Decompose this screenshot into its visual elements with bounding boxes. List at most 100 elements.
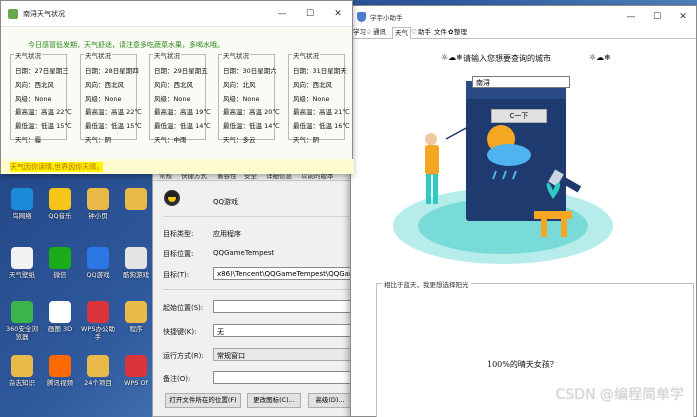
weather-app-icon [8, 8, 18, 19]
desktop-shortcut-label: 腾讯视频 [47, 379, 73, 387]
assistant-titlebar[interactable]: 学宇小助手 — ☐ ✕ [351, 6, 696, 27]
comment-field[interactable] [213, 371, 353, 384]
tab-organize[interactable]: 整理 [452, 27, 469, 39]
target-type-value: 应用程序 [213, 230, 241, 238]
desktop-shortcut-label: 微信 [53, 271, 67, 279]
open-file-location-button[interactable]: 打开文件所在的位置(F) [165, 393, 241, 408]
app-icon [49, 247, 71, 269]
desktop-shortcut-label: WPS Of [124, 379, 148, 387]
tab-communication[interactable]: 通讯 [371, 27, 388, 39]
desktop-shortcut-label: 钟小页 [88, 212, 108, 220]
desktop-shortcut[interactable]: 杂志知识 [4, 355, 40, 387]
forecast-wind-force: 风级：None [15, 95, 52, 103]
forecast-low: 最低温：低温 14℃ [154, 122, 211, 130]
query-button[interactable]: C一下 [491, 109, 547, 123]
desktop-shortcut[interactable]: WPS Of [118, 355, 154, 387]
target-location-label: 目标位置: [163, 250, 194, 258]
forecast-high: 最高温：高温 19℃ [154, 108, 211, 116]
desktop-shortcut[interactable]: 程序 [118, 301, 154, 333]
target-field[interactable]: x86)\Tencent\QQGameTempest\QQGame.e [213, 267, 353, 280]
maximize-icon[interactable]: ☐ [644, 12, 670, 22]
close-icon[interactable]: ✕ [670, 12, 696, 22]
assistant-title: 学宇小助手 [370, 13, 403, 22]
desktop-shortcut-label: WPS办公助手 [81, 325, 115, 341]
health-tip: 今日感冒低发期，天气舒适，请注意多吃蔬菜水果，多喝水哦。 [28, 41, 224, 49]
close-icon[interactable]: ✕ [324, 1, 352, 27]
desktop-shortcut[interactable]: 天气壁纸 [4, 247, 40, 279]
start-in-label: 起始位置(S): [163, 304, 204, 312]
run-mode-label: 运行方式(R): [163, 352, 204, 360]
desktop-shortcut[interactable]: 酷狗游戏 [118, 247, 154, 279]
app-icon [49, 355, 71, 377]
advanced-button[interactable]: 高级(D)... [308, 393, 352, 408]
forecast-day-card: 天气状况 日期：28日星期四 风向：西北风 风级：None 最高温：高温 22℃ 最低温：… [80, 50, 142, 144]
forecast-low: 最低温：低温 16℃ [293, 122, 350, 130]
app-icon [125, 188, 147, 210]
change-icon-button[interactable]: 更改图标(C)... [247, 393, 301, 408]
minimize-icon[interactable]: — [268, 1, 296, 27]
forecast-weather: 天气：多云 [223, 136, 256, 144]
forecast-wind-force: 风级：None [154, 95, 191, 103]
target-type-label: 目标类型: [163, 230, 194, 238]
desktop-shortcut[interactable]: 腾讯视频 [42, 355, 78, 387]
city-prompt: 请输入您想要查询的城市 [463, 54, 551, 63]
city-search-input[interactable]: 南浔 [472, 76, 570, 88]
desktop-shortcut[interactable]: 鸟网络 [4, 188, 40, 220]
desktop-shortcut-label: 程序 [129, 325, 143, 333]
desktop-shortcut[interactable]: WPS办公助手 [80, 301, 116, 341]
desktop-shortcut[interactable]: 360安全浏览器 [4, 301, 40, 341]
weather-window-title: 南浔天气状况 [23, 9, 65, 18]
forecast-wind-dir: 风向：西北风 [154, 81, 193, 89]
desktop-shortcut[interactable] [118, 188, 154, 212]
desktop-shortcut[interactable]: 钟小页 [80, 188, 116, 220]
desktop-shortcut[interactable]: QQ游戏 [80, 247, 116, 279]
app-icon [87, 355, 109, 377]
desktop-shortcut-label: 鸟网络 [12, 212, 32, 220]
forecast-date: 日期：27日星期三 [15, 67, 69, 75]
app-icon [49, 301, 71, 323]
forecast-low: 最低温：低温 15℃ [15, 122, 72, 130]
forecast-low: 最低温：低温 15℃ [85, 122, 142, 130]
forecast-day-card: 天气状况 日期：29日星期五 风向：西北风 风级：None 最高温：高温 19℃ 最低温：… [149, 50, 211, 144]
desktop-shortcut-label: 天气壁纸 [9, 271, 35, 279]
desktop-shortcut-label: 酷狗游戏 [123, 271, 149, 279]
forecast-wind-dir: 风向：西北风 [85, 81, 124, 89]
sun-cloud-snow-icon: ☼☁❄ [589, 53, 611, 62]
forecast-day-card: 天气状况 日期：31日星期天 风向：西北风 风级：None 最高温：高温 21℃ 最低温：… [288, 50, 350, 144]
desktop-shortcut-label: 24个项目 [84, 379, 112, 387]
desktop-shortcut-label: 画图 3D [47, 325, 73, 333]
tab-helper[interactable]: 助手 [416, 27, 433, 39]
divider [163, 289, 353, 290]
weather-status-window: 南浔天气状况 — ☐ ✕ 今日感冒低发期，天气舒适，请注意多吃蔬菜水果，多喝水哦… [0, 0, 354, 174]
sunny-girl-text: 100%的晴天女孩？ [487, 360, 558, 369]
app-icon [87, 247, 109, 269]
maximize-icon[interactable]: ☐ [296, 1, 324, 27]
app-icon [125, 355, 147, 377]
minimize-icon[interactable]: — [618, 12, 644, 22]
forecast-wind-dir: 风向：北风 [223, 81, 256, 89]
group-legend: 相比于蓝天，我更想选择阳光 [382, 279, 471, 289]
desktop-shortcut-label: 360安全浏览器 [6, 325, 38, 341]
qq-penguin-icon [164, 190, 180, 206]
forecast-card-legend: 天气状况 [14, 50, 42, 60]
hotkey-field[interactable]: 无 [213, 324, 353, 337]
weather-window-titlebar[interactable]: 南浔天气状况 — ☐ ✕ [1, 1, 352, 27]
forecast-high: 最高温：高温 21℃ [293, 108, 350, 116]
desktop-shortcut[interactable]: QQ音乐 [42, 188, 78, 220]
weather-footer: 天气因你读晴,世界因你天晴。 [1, 159, 354, 174]
run-mode-select[interactable]: 常规窗口 [213, 348, 353, 361]
desktop-shortcut[interactable]: 微信 [42, 247, 78, 279]
desktop-shortcut-label: 杂志知识 [9, 379, 35, 387]
desktop-shortcut[interactable]: 24个项目 [80, 355, 116, 387]
forecast-card-legend: 天气状况 [84, 50, 112, 60]
desktop-shortcut-label: QQ音乐 [48, 212, 72, 220]
forecast-date: 日期：30日星期六 [223, 67, 277, 75]
target-label: 目标(T): [163, 271, 190, 279]
forecast-date: 日期：31日星期天 [293, 67, 347, 75]
start-in-field[interactable] [213, 300, 353, 313]
forecast-wind-dir: 风向：西北风 [15, 81, 54, 89]
desktop-shortcut[interactable]: 画图 3D [42, 301, 78, 333]
app-icon [11, 301, 33, 323]
forecast-date: 日期：28日星期四 [85, 67, 139, 75]
forecast-weather: 天气：阴 [85, 136, 111, 144]
